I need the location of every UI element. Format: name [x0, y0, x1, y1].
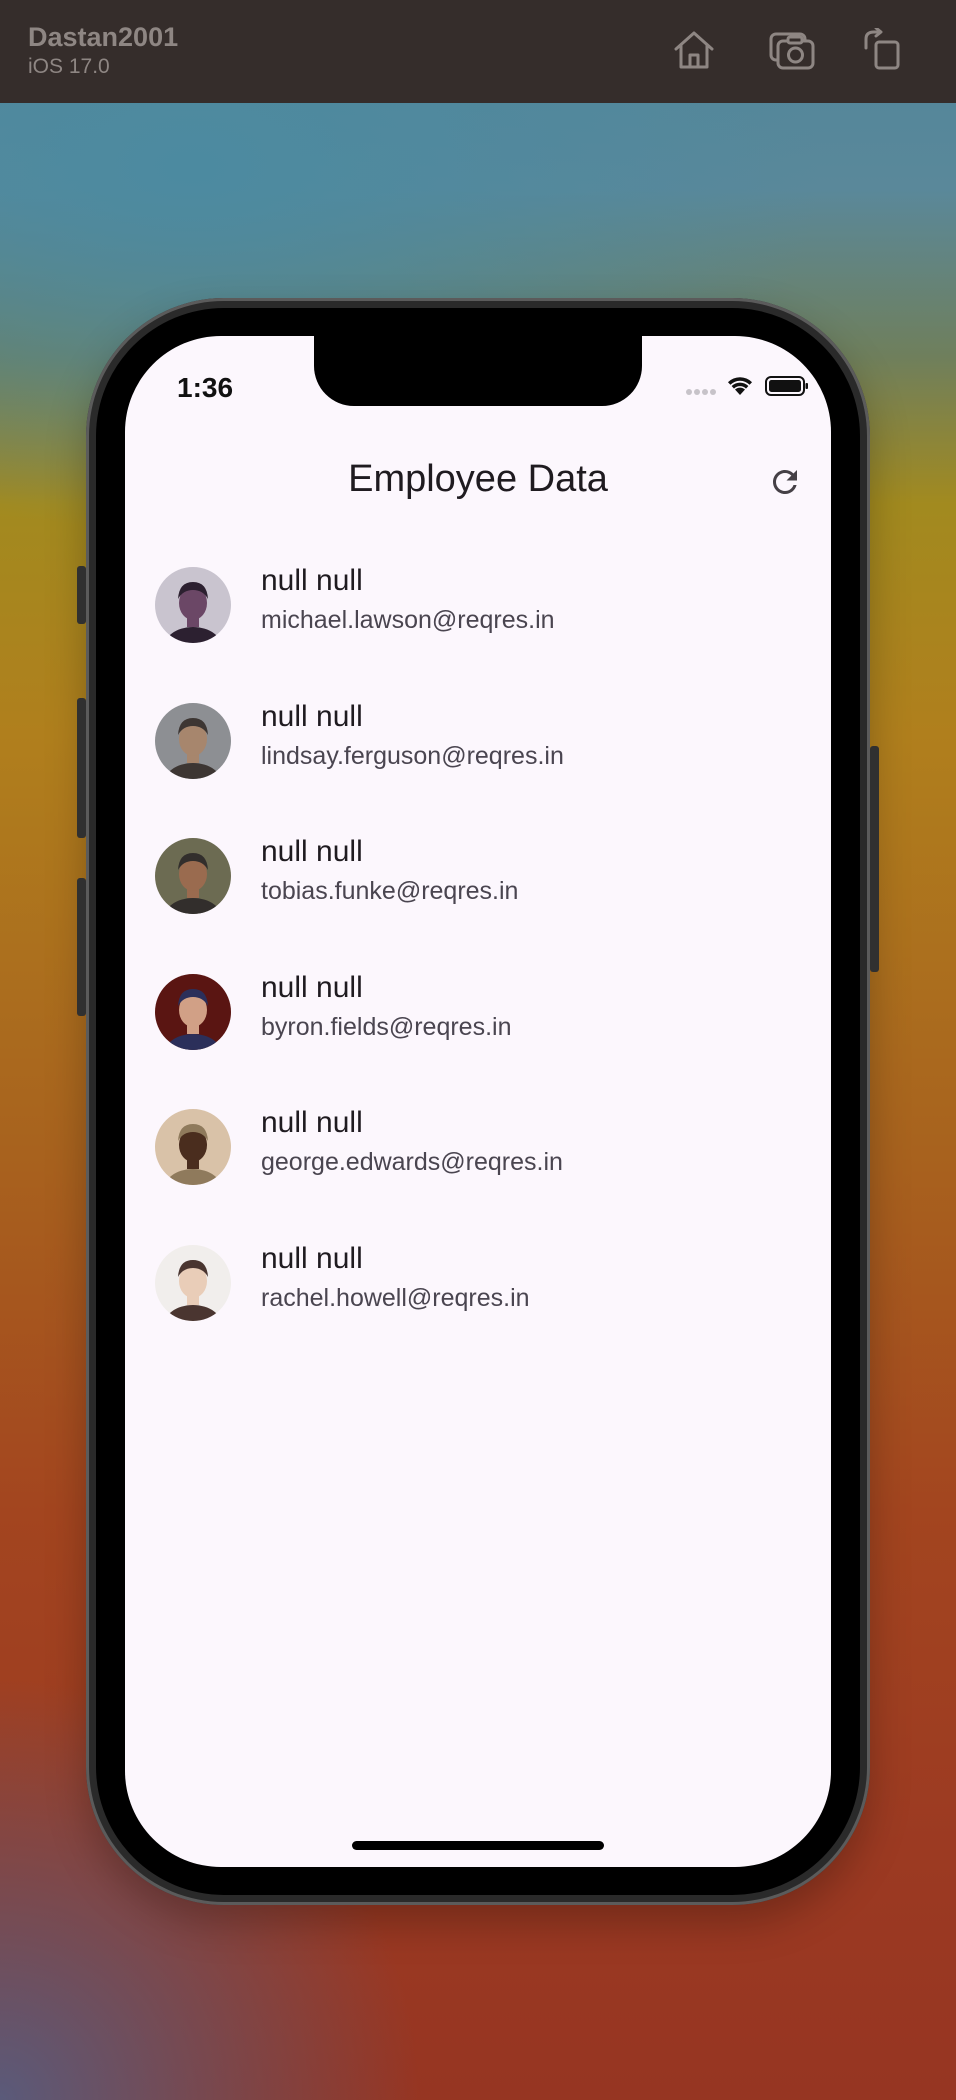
- screenshot-icon: [769, 32, 815, 70]
- employee-list-item[interactable]: null null rachel.howell@reqres.in: [125, 1234, 831, 1370]
- wifi-icon: [728, 377, 752, 395]
- employee-email: rachel.howell@reqres.in: [261, 1283, 530, 1312]
- status-time: 1:36: [177, 372, 234, 403]
- employee-list-item[interactable]: null null byron.fields@reqres.in: [125, 963, 831, 1099]
- silent-switch: [77, 566, 86, 624]
- employee-email: lindsay.ferguson@reqres.in: [261, 741, 564, 770]
- employee-name: null null: [261, 970, 363, 1004]
- avatar: [155, 838, 231, 915]
- avatar: [155, 1109, 231, 1186]
- rotate-icon: [864, 26, 900, 70]
- employee-email: george.edwards@reqres.in: [261, 1148, 563, 1177]
- rotate-button[interactable]: [860, 26, 908, 72]
- device-os-version: iOS 17.0: [28, 55, 110, 78]
- employee-name: null null: [261, 835, 363, 869]
- home-icon: [674, 31, 714, 69]
- screenshot-button[interactable]: [768, 28, 816, 72]
- employee-email: byron.fields@reqres.in: [261, 1012, 512, 1041]
- employee-list: null null michael.lawson@reqres.in null nu…: [125, 556, 831, 1370]
- employee-name: null null: [261, 564, 363, 597]
- simulator-toolbar: Dastan2001 iOS 17.0: [0, 0, 956, 103]
- refresh-icon: [773, 470, 797, 494]
- avatar: [155, 567, 231, 643]
- employee-name: null null: [261, 1106, 363, 1140]
- power-button: [870, 746, 879, 972]
- employee-list-item[interactable]: null null tobias.funke@reqres.in: [125, 827, 831, 963]
- device-name: Dastan2001: [28, 22, 179, 52]
- volume-up-button: [77, 698, 86, 838]
- simulator-window: Dastan2001 iOS 17.0 1:36 Employee Data n…: [0, 0, 956, 2100]
- cellular-signal-icon: [686, 389, 716, 395]
- home-button[interactable]: [670, 28, 718, 72]
- employee-name: null null: [261, 699, 363, 733]
- avatar: [155, 973, 231, 1050]
- device-screen: 1:36 Employee Data null null michael.laws…: [125, 336, 831, 1867]
- refresh-button[interactable]: [767, 464, 803, 500]
- employee-list-item[interactable]: null null george.edwards@reqres.in: [125, 1098, 831, 1234]
- employee-list-item[interactable]: null null michael.lawson@reqres.in: [125, 556, 831, 692]
- employee-email: tobias.funke@reqres.in: [261, 877, 519, 906]
- page-title: Employee Data: [348, 458, 608, 500]
- notch: [314, 336, 642, 406]
- employee-name: null null: [261, 1241, 363, 1275]
- battery-icon: [765, 376, 808, 396]
- home-indicator[interactable]: [352, 1841, 604, 1850]
- avatar: [155, 1244, 231, 1321]
- employee-email: michael.lawson@reqres.in: [261, 606, 555, 634]
- avatar: [155, 702, 231, 779]
- volume-down-button: [77, 878, 86, 1016]
- employee-list-item[interactable]: null null lindsay.ferguson@reqres.in: [125, 692, 831, 828]
